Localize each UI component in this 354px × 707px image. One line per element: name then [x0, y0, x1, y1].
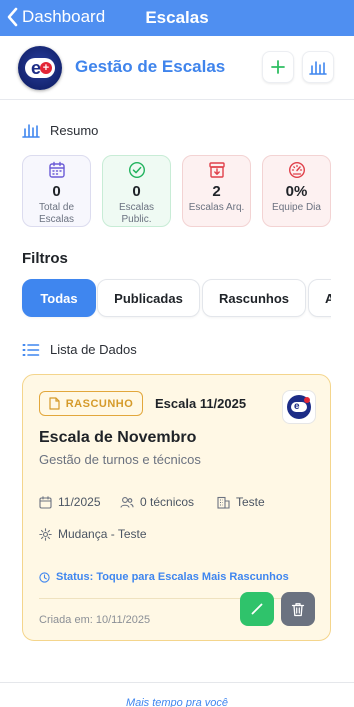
- footer-link[interactable]: Mais tempo pra você: [121, 697, 233, 707]
- stat-card-team-day[interactable]: 0% Equipe Dia: [262, 155, 331, 227]
- trash-icon: [291, 602, 305, 616]
- list-label: Lista de Dados: [50, 342, 137, 357]
- card-technicians-value: 0 técnicos: [140, 495, 195, 509]
- pencil-icon: [251, 603, 263, 615]
- filter-chip-drafts[interactable]: Rascunhos: [202, 279, 306, 317]
- card-department-value: Teste: [236, 495, 265, 509]
- bar-chart-icon: [309, 61, 327, 75]
- list-icon: [22, 343, 40, 356]
- card-change-value: Mudança - Teste: [58, 527, 147, 541]
- stat-label: Escalas Public.: [118, 202, 154, 225]
- edit-button[interactable]: [240, 592, 274, 626]
- stat-card-published[interactable]: 0 Escalas Public.: [102, 155, 171, 227]
- users-icon: [120, 496, 134, 508]
- stat-value: 0%: [285, 183, 308, 200]
- card-month: 11/2025: [39, 495, 101, 509]
- calendar-icon: [48, 161, 65, 178]
- page-header: e + Gestão de Escalas: [0, 36, 354, 100]
- stat-label: Equipe Dia: [272, 202, 321, 213]
- page-title: Gestão de Escalas: [75, 57, 226, 76]
- stat-value: 2: [212, 183, 221, 200]
- gauge-icon: [288, 161, 305, 179]
- filter-chip-published[interactable]: Publicadas: [97, 279, 200, 317]
- card-department: Teste: [217, 495, 265, 509]
- card-created-date: Criada em: 10/11/2025: [39, 614, 151, 626]
- stat-value: 0: [52, 183, 61, 200]
- card-change: Mudança - Teste: [39, 527, 147, 541]
- nav-title: Escalas: [145, 8, 209, 27]
- filter-chip-all[interactable]: Todas: [22, 279, 96, 317]
- building-icon: [217, 496, 230, 509]
- logo-plus: +: [40, 62, 52, 74]
- summary-label: Resumo: [50, 122, 99, 138]
- status-badge: RASCUNHO: [39, 391, 143, 416]
- card-status[interactable]: Status: Toque para Escalas Mais Rascunho…: [39, 571, 289, 583]
- plus-icon: [271, 60, 285, 74]
- reports-button[interactable]: [302, 51, 334, 83]
- filters-title: Filtros: [22, 250, 68, 267]
- filter-chip-archived[interactable]: Arquivadas: [308, 279, 331, 317]
- footer: Mais tempo pra você: [0, 693, 354, 707]
- app-logo: e +: [18, 46, 62, 90]
- card-status-text: Status: Toque para Escalas Mais Rascunho…: [56, 571, 289, 583]
- stat-label: Escalas Arq.: [188, 202, 245, 213]
- add-schedule-button[interactable]: [262, 51, 294, 83]
- gear-icon: [39, 527, 52, 541]
- card-logo-letter: e: [294, 401, 300, 412]
- check-circle-icon: [128, 161, 145, 179]
- document-icon: [49, 397, 60, 410]
- stat-value: 0: [132, 183, 141, 200]
- clock-icon: [39, 571, 50, 583]
- stat-label: Total de Escalas: [38, 202, 75, 225]
- badge-label: RASCUNHO: [65, 397, 134, 410]
- stat-card-archived[interactable]: 2 Escalas Arq.: [182, 155, 251, 227]
- summary-header: Resumo: [22, 122, 98, 138]
- calendar-icon: [39, 495, 52, 509]
- filter-tabs: Todas Publicadas Rascunhos Arquivadas: [0, 270, 331, 326]
- archive-icon: [208, 162, 225, 178]
- footer-divider: [0, 682, 354, 683]
- list-header: Lista de Dados: [22, 342, 137, 357]
- card-logo: e: [282, 390, 316, 424]
- delete-button[interactable]: [281, 592, 315, 626]
- card-subtitle: Gestão de turnos e técnicos: [39, 452, 201, 467]
- navigation-bar: Dashboard Escalas: [0, 0, 354, 36]
- stat-card-total[interactable]: 0 Total de Escalas: [22, 155, 91, 227]
- bar-chart-icon: [22, 124, 40, 138]
- card-period: Escala 11/2025: [155, 396, 247, 411]
- schedule-card[interactable]: RASCUNHO Escala 11/2025 e Escala de Nove…: [22, 374, 331, 641]
- card-technicians: 0 técnicos: [120, 495, 194, 509]
- card-month-value: 11/2025: [58, 495, 101, 509]
- card-title: Escala de Novembro: [39, 429, 197, 446]
